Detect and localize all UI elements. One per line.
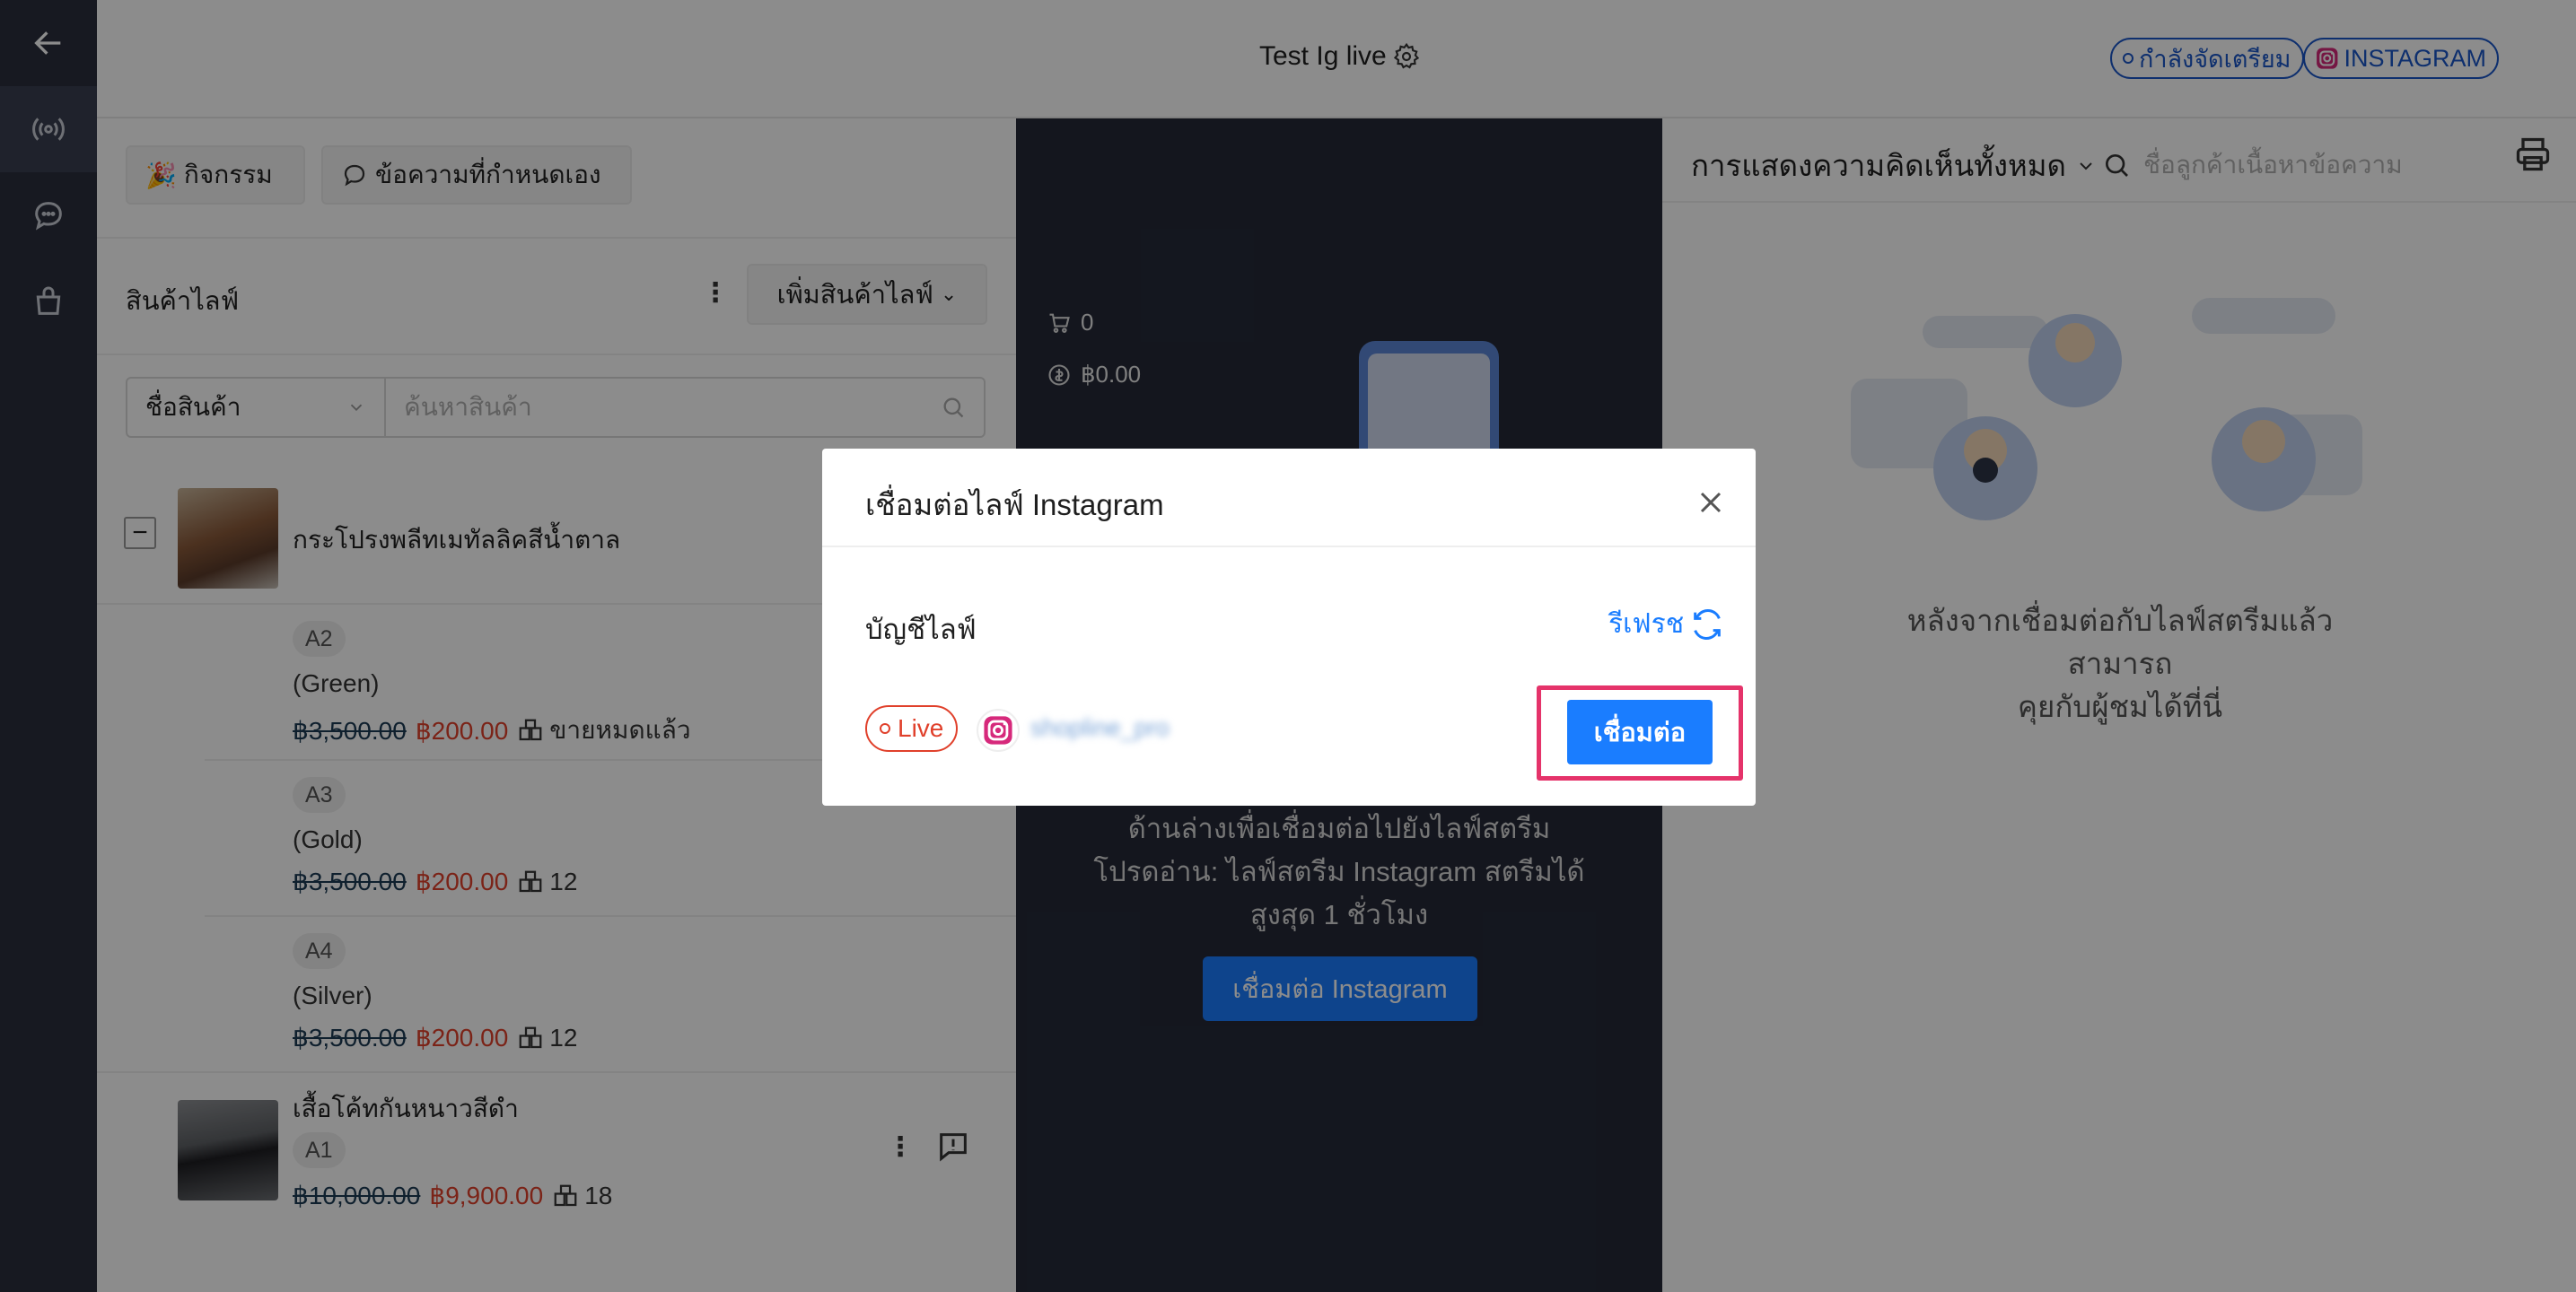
live-dot-icon [880,723,890,734]
modal-title: เชื่อมต่อไลฟ์ Instagram [865,488,1164,521]
instagram-account-avatar [977,709,1020,752]
refresh-button[interactable]: รีเฟรช [1608,603,1725,645]
connect-instagram-live-modal: เชื่อมต่อไลฟ์ Instagram บัญชีไลฟ์ รีเฟรช… [822,449,1756,806]
instagram-icon [984,716,1012,745]
divider [822,546,1756,547]
live-status-pill: Live [865,705,959,752]
close-icon[interactable] [1693,484,1729,520]
instagram-account-name: shopline_pro [1030,714,1170,741]
connect-button[interactable]: เชื่อมต่อ [1567,700,1713,764]
live-account-label: บัญชีไลฟ์ [865,614,977,645]
refresh-icon [1694,608,1721,640]
